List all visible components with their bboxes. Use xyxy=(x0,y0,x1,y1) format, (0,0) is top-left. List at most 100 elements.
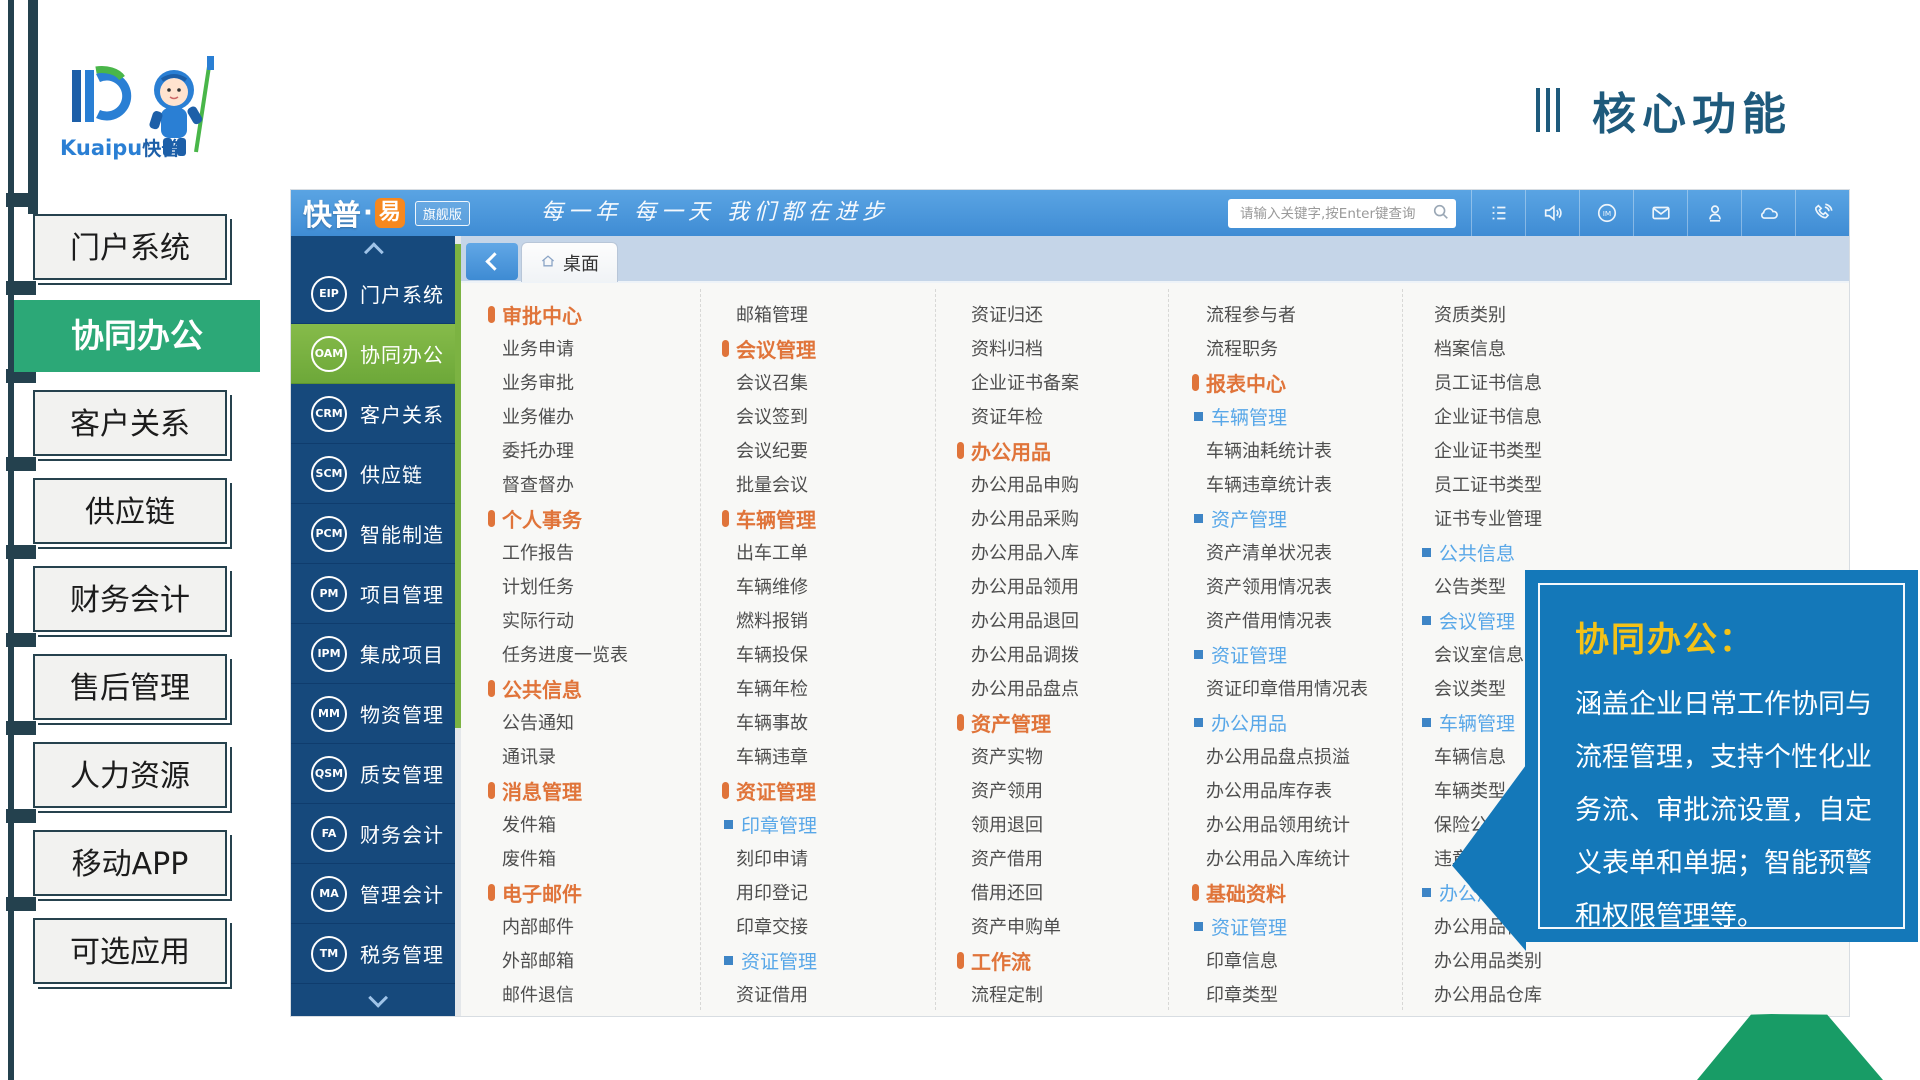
side-nav-item-客户关系[interactable]: 客户关系 xyxy=(33,390,227,456)
menu-item[interactable]: 流程职务 xyxy=(1192,331,1368,365)
menu-item[interactable]: 工作报告 xyxy=(488,535,628,569)
tab-desktop[interactable]: 桌面 xyxy=(521,242,618,282)
menu-item[interactable]: 企业证书备案 xyxy=(957,365,1079,399)
menu-item[interactable]: 办公用品库存表 xyxy=(1192,773,1368,807)
cloud-icon[interactable] xyxy=(1741,190,1795,236)
module-item-OAM[interactable]: OAM协同办公 xyxy=(291,324,461,384)
module-item-MA[interactable]: MA管理会计 xyxy=(291,864,461,924)
menu-item[interactable]: 资证年检 xyxy=(957,399,1079,433)
menu-item[interactable]: 证书专业管理 xyxy=(1420,501,1542,535)
menu-item[interactable]: 批量会议 xyxy=(722,467,817,501)
im-icon[interactable]: IM xyxy=(1579,190,1633,236)
menu-category[interactable]: 报表中心 xyxy=(1192,365,1368,399)
menu-item[interactable]: 办公用品盘点 xyxy=(957,671,1079,705)
menu-subcategory[interactable]: 车辆管理 xyxy=(1192,399,1368,433)
menu-category[interactable]: 公共信息 xyxy=(488,671,628,705)
menu-item[interactable]: 会议室信息 xyxy=(1420,637,1542,671)
menu-item[interactable]: 资产申购单 xyxy=(957,909,1079,943)
menu-subcategory[interactable]: 会议管理 xyxy=(1420,603,1542,637)
menu-item[interactable]: 刻印申请 xyxy=(722,841,817,875)
menu-item[interactable]: 邮件退信 xyxy=(488,977,628,1011)
menu-item[interactable]: 会议召集 xyxy=(722,365,817,399)
menu-subcategory[interactable]: 资证管理 xyxy=(1192,637,1368,671)
menu-subcategory[interactable]: 印章管理 xyxy=(722,807,817,841)
menu-item[interactable]: 车辆维修 xyxy=(722,569,817,603)
menu-item[interactable]: 办公用品申购 xyxy=(957,467,1079,501)
menu-item[interactable]: 员工证书信息 xyxy=(1420,365,1542,399)
menu-item[interactable]: 车辆事故 xyxy=(722,705,817,739)
search-input[interactable] xyxy=(1238,205,1432,223)
menu-category[interactable]: 基础资料 xyxy=(1192,875,1368,909)
menu-item[interactable]: 印章类型 xyxy=(1192,977,1368,1011)
menu-item[interactable]: 办公用品仓库 xyxy=(1420,977,1542,1011)
menu-subcategory[interactable]: 资证管理 xyxy=(722,943,817,977)
menu-item[interactable]: 废件箱 xyxy=(488,841,628,875)
menu-item[interactable]: 公告通知 xyxy=(488,705,628,739)
menu-item[interactable]: 档案信息 xyxy=(1420,331,1542,365)
menu-item[interactable]: 资产借用情况表 xyxy=(1192,603,1368,637)
side-nav-item-协同办公[interactable]: 协同办公 xyxy=(14,300,260,372)
menu-item[interactable]: 企业证书类型 xyxy=(1420,433,1542,467)
menu-item[interactable]: 办公用品领用统计 xyxy=(1192,807,1368,841)
menu-subcategory[interactable]: 资产管理 xyxy=(1192,501,1368,535)
module-item-FA[interactable]: FA财务会计 xyxy=(291,804,461,864)
menu-item[interactable]: 车辆油耗统计表 xyxy=(1192,433,1368,467)
menu-category[interactable]: 办公用品 xyxy=(957,433,1079,467)
menu-item[interactable]: 委托办理 xyxy=(488,433,628,467)
menu-item[interactable]: 业务审批 xyxy=(488,365,628,399)
menu-item[interactable]: 资产实物 xyxy=(957,739,1079,773)
menu-category[interactable]: 个人事务 xyxy=(488,501,628,535)
menu-item[interactable]: 资证借用 xyxy=(722,977,817,1011)
menu-item[interactable]: 邮箱管理 xyxy=(722,297,817,331)
menu-item[interactable]: 办公用品入库 xyxy=(957,535,1079,569)
list-icon[interactable] xyxy=(1471,190,1525,236)
menu-item[interactable]: 出车工单 xyxy=(722,535,817,569)
menu-item[interactable]: 车辆年检 xyxy=(722,671,817,705)
menu-category[interactable]: 会议管理 xyxy=(722,331,817,365)
menu-item[interactable]: 计划任务 xyxy=(488,569,628,603)
side-nav-item-售后管理[interactable]: 售后管理 xyxy=(33,654,227,720)
menu-item[interactable]: 流程定制 xyxy=(957,977,1079,1011)
menu-item[interactable]: 通讯录 xyxy=(488,739,628,773)
menu-category[interactable]: 电子邮件 xyxy=(488,875,628,909)
menu-item[interactable]: 外部邮箱 xyxy=(488,943,628,977)
menu-category[interactable]: 审批中心 xyxy=(488,297,628,331)
menu-item[interactable]: 办公用品入库统计 xyxy=(1192,841,1368,875)
menu-item[interactable]: 资料归档 xyxy=(957,331,1079,365)
sidebar-scroll-up[interactable] xyxy=(291,236,461,264)
speaker-icon[interactable] xyxy=(1525,190,1579,236)
menu-item[interactable]: 办公用品退回 xyxy=(957,603,1079,637)
back-button[interactable] xyxy=(466,243,518,280)
menu-item[interactable]: 业务申请 xyxy=(488,331,628,365)
menu-item[interactable]: 办公用品领用 xyxy=(957,569,1079,603)
menu-item[interactable]: 资产领用情况表 xyxy=(1192,569,1368,603)
menu-category[interactable]: 资产管理 xyxy=(957,705,1079,739)
menu-item[interactable]: 企业证书信息 xyxy=(1420,399,1542,433)
menu-item[interactable]: 资证归还 xyxy=(957,297,1079,331)
menu-item[interactable]: 印章交接 xyxy=(722,909,817,943)
side-nav-item-供应链[interactable]: 供应链 xyxy=(33,478,227,544)
menu-category[interactable]: 消息管理 xyxy=(488,773,628,807)
menu-subcategory[interactable]: 公共信息 xyxy=(1420,535,1542,569)
menu-item[interactable]: 实际行动 xyxy=(488,603,628,637)
menu-item[interactable]: 燃料报销 xyxy=(722,603,817,637)
menu-item[interactable]: 办公用品采购 xyxy=(957,501,1079,535)
menu-item[interactable]: 资产领用 xyxy=(957,773,1079,807)
menu-item[interactable]: 办公用品调拨 xyxy=(957,637,1079,671)
person-icon[interactable] xyxy=(1687,190,1741,236)
module-item-MM[interactable]: MM物资管理 xyxy=(291,684,461,744)
menu-subcategory[interactable]: 车辆管理 xyxy=(1420,705,1542,739)
module-item-CRM[interactable]: CRM客户关系 xyxy=(291,384,461,444)
menu-item[interactable]: 印章信息 xyxy=(1192,943,1368,977)
search-icon[interactable] xyxy=(1432,203,1450,225)
menu-item[interactable]: 借用还回 xyxy=(957,875,1079,909)
side-nav-item-门户系统[interactable]: 门户系统 xyxy=(33,214,227,280)
menu-item[interactable]: 车辆信息 xyxy=(1420,739,1542,773)
menu-item[interactable]: 会议类型 xyxy=(1420,671,1542,705)
menu-item[interactable]: 内部邮件 xyxy=(488,909,628,943)
module-item-SCM[interactable]: SCM供应链 xyxy=(291,444,461,504)
module-item-TM[interactable]: TM税务管理 xyxy=(291,924,461,984)
menu-category[interactable]: 工作流 xyxy=(957,943,1079,977)
menu-item[interactable]: 员工证书类型 xyxy=(1420,467,1542,501)
menu-item[interactable]: 办公用品盘点损溢 xyxy=(1192,739,1368,773)
